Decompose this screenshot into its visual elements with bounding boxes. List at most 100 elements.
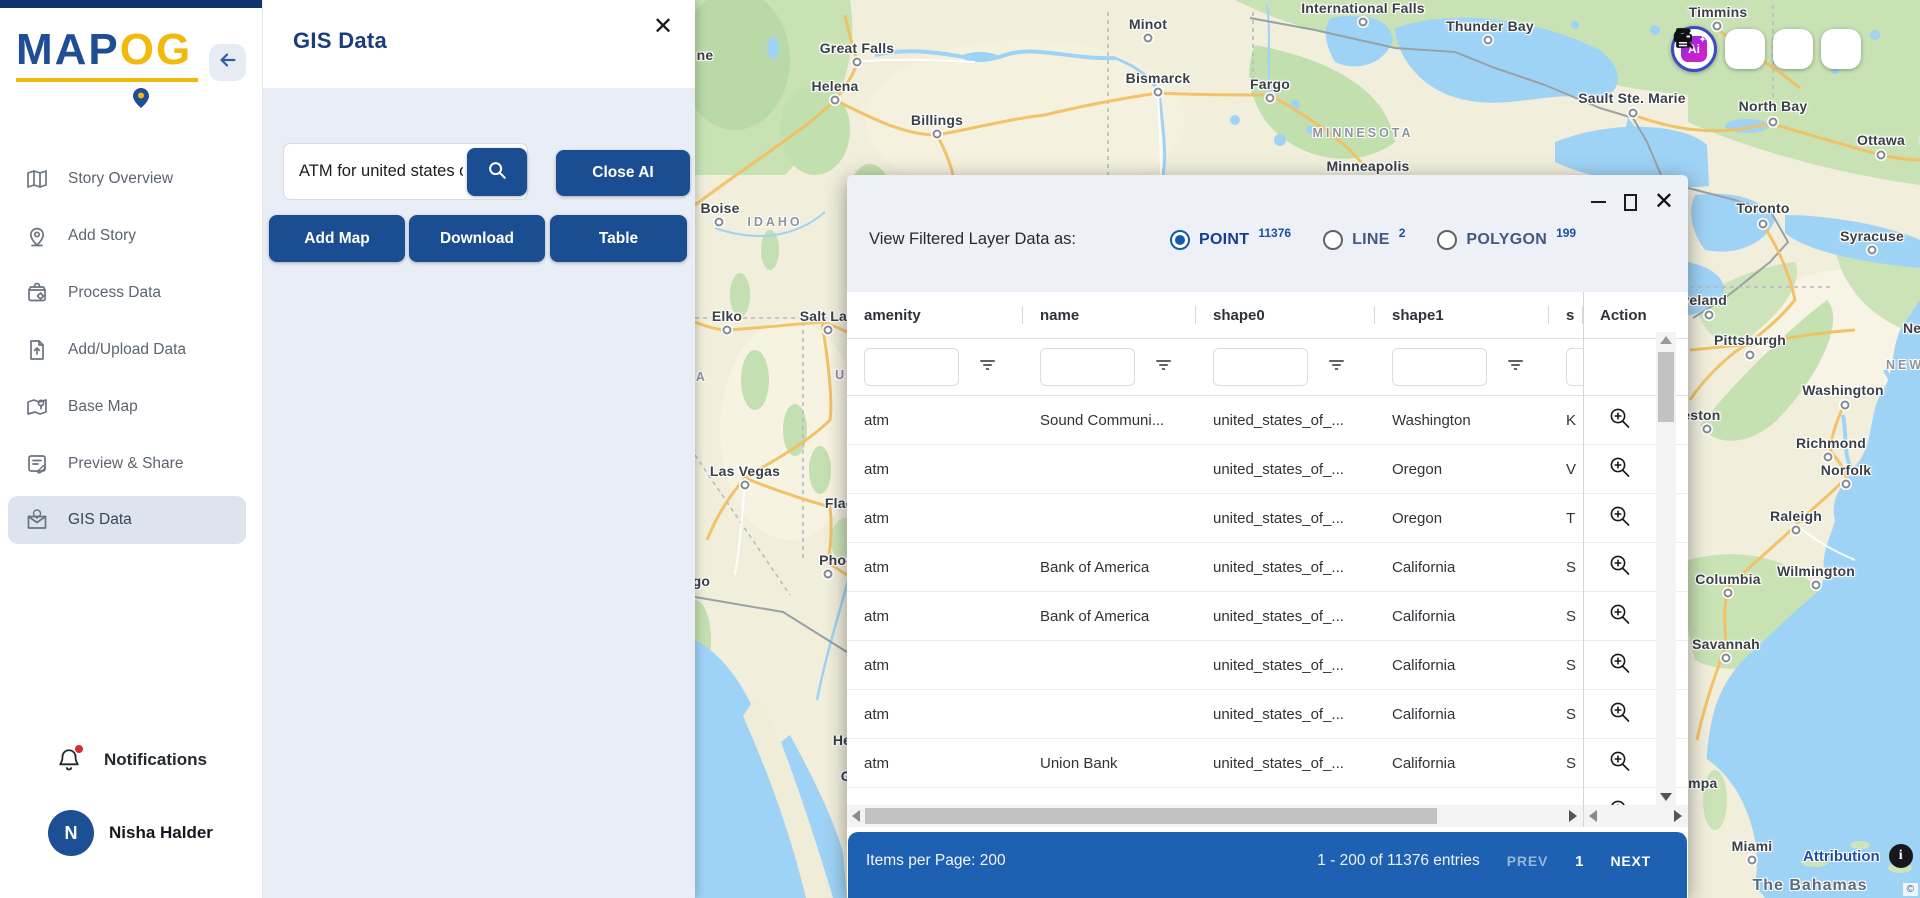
user-profile-item[interactable]: N Nisha Halder xyxy=(0,806,262,860)
scroll-right-arrow[interactable] xyxy=(1674,810,1682,822)
sidebar-item-gis-data[interactable]: GIS Data xyxy=(8,496,246,544)
zoom-to-feature-button[interactable] xyxy=(1583,445,1656,493)
sidebar: MAPOG Story Overview Add Story Process Dat… xyxy=(0,0,263,898)
zoom-to-feature-button[interactable] xyxy=(1583,592,1656,640)
notifications-item[interactable]: Notifications xyxy=(0,738,262,782)
items-per-page[interactable]: Items per Page: 200 xyxy=(866,832,1006,890)
close-icon[interactable]: ✕ xyxy=(1654,190,1674,214)
attribution-label: Attribution xyxy=(1803,847,1880,865)
table-row: atm united_states_of_... California S xyxy=(847,690,1688,739)
print-button[interactable] xyxy=(1674,28,1861,69)
city-dot xyxy=(740,480,750,490)
zoom-to-feature-button[interactable] xyxy=(1583,641,1656,689)
scroll-left-arrow[interactable] xyxy=(852,810,860,822)
city-dot xyxy=(1811,580,1821,590)
city-label: Norfolk xyxy=(1820,462,1872,478)
table-row: atm Sound Communi... united_states_of_... W… xyxy=(847,396,1688,445)
info-icon[interactable]: i xyxy=(1888,844,1913,868)
current-page[interactable]: 1 xyxy=(1575,853,1583,870)
radio-count: 11376 xyxy=(1258,226,1292,240)
horizontal-scroll-thumb[interactable] xyxy=(865,808,1437,824)
city-dot xyxy=(714,217,724,227)
prev-page-button[interactable]: PREV xyxy=(1507,853,1548,869)
cell-amenity: atm xyxy=(864,558,890,576)
collapse-sidebar-button[interactable] xyxy=(209,44,246,81)
close-ai-button[interactable]: Close AI xyxy=(556,150,690,196)
cell-s: S xyxy=(1566,705,1577,723)
city-label: Savannah xyxy=(1692,636,1760,652)
sidebar-item-process-data[interactable]: Process Data xyxy=(0,264,262,321)
cell-s: K xyxy=(1566,411,1577,429)
filter-icon[interactable] xyxy=(1507,358,1524,377)
radio-point[interactable]: POINT 11376 xyxy=(1169,226,1292,250)
table-row: atm united_states_of_... Oregon T xyxy=(847,494,1688,543)
next-page-button[interactable]: NEXT xyxy=(1610,853,1651,869)
measure-button[interactable] xyxy=(1676,28,1813,69)
mapog-logo: MAPOG xyxy=(16,28,199,108)
city-label: Bismarck xyxy=(1125,70,1191,86)
zoom-to-feature-button[interactable] xyxy=(1583,690,1656,738)
city-dot xyxy=(932,129,942,139)
zoom-to-feature-button[interactable] xyxy=(1583,788,1656,805)
panel-close-button[interactable]: ✕ xyxy=(647,10,679,42)
scroll-up-arrow[interactable] xyxy=(1660,336,1672,344)
city-label: Syracuse xyxy=(1840,228,1904,244)
city-dot xyxy=(1704,310,1714,320)
filter-input-shape1[interactable] xyxy=(1392,348,1487,386)
table-rows: atm Sound Communi... united_states_of_... W… xyxy=(847,395,1688,805)
zoom-in-icon xyxy=(1607,405,1633,435)
scroll-left-arrow[interactable] xyxy=(1589,810,1597,822)
sidebar-item-story-overview[interactable]: Story Overview xyxy=(0,150,262,207)
zoom-to-feature-button[interactable] xyxy=(1583,494,1656,542)
city-label: New York xyxy=(1902,320,1920,336)
city-dot xyxy=(1876,150,1886,160)
scroll-down-arrow[interactable] xyxy=(1660,793,1672,801)
cell-shape0: united_states_of_... xyxy=(1213,411,1344,429)
cell-name: Bank of America xyxy=(1040,558,1150,576)
action-horizontal-scrollbar[interactable] xyxy=(1584,805,1688,827)
filter-input-s[interactable] xyxy=(1566,348,1583,386)
cell-shape1: California xyxy=(1392,705,1456,723)
map-search-button[interactable] xyxy=(1673,28,1765,69)
zoom-to-feature-button[interactable] xyxy=(1583,739,1656,787)
scroll-right-arrow[interactable] xyxy=(1569,810,1577,822)
attribution[interactable]: Attribution i xyxy=(1803,844,1913,868)
filter-input-amenity[interactable] xyxy=(864,348,959,386)
city-label: Richmond xyxy=(1795,435,1867,451)
filter-input-name[interactable] xyxy=(1040,348,1135,386)
sidebar-item-label: Preview & Share xyxy=(68,454,184,472)
sidebar-item-base-map[interactable]: Base Map xyxy=(0,378,262,435)
sidebar-item-add-upload-data[interactable]: Add/Upload Data xyxy=(0,321,262,378)
table-button[interactable]: Table xyxy=(550,215,687,262)
list-pen-icon xyxy=(25,452,49,476)
sidebar-item-add-story[interactable]: Add Story xyxy=(0,207,262,264)
radio-line[interactable]: LINE 2 xyxy=(1323,226,1405,250)
city-label: Pittsburgh xyxy=(1714,332,1786,348)
state-label: MINNESOTA xyxy=(1312,126,1414,140)
city-label: San Diego xyxy=(695,573,711,589)
search-submit-button[interactable] xyxy=(467,148,527,196)
vertical-scroll-thumb[interactable] xyxy=(1658,352,1674,422)
zoom-to-feature-button[interactable] xyxy=(1583,543,1656,591)
horizontal-scrollbar[interactable] xyxy=(847,805,1583,827)
zoom-to-feature-button[interactable] xyxy=(1583,396,1656,444)
cell-s xyxy=(1549,788,1583,805)
minimize-icon[interactable] xyxy=(1591,191,1607,213)
city-dot xyxy=(1721,653,1731,663)
city-dot xyxy=(823,325,833,335)
cell-name: Bank of America xyxy=(1040,607,1150,625)
radio-polygon[interactable]: POLYGON 199 xyxy=(1437,226,1576,250)
cell-shape0: united_states_of_... xyxy=(1213,656,1344,674)
sidebar-item-preview-share[interactable]: Preview & Share xyxy=(0,435,262,492)
filter-icon[interactable] xyxy=(1155,358,1172,377)
maximize-icon[interactable] xyxy=(1623,191,1637,213)
city-label: ne xyxy=(696,47,714,63)
filter-input-shape0[interactable] xyxy=(1213,348,1308,386)
filter-icon[interactable] xyxy=(979,358,996,377)
filter-icon[interactable] xyxy=(1328,358,1345,377)
city-dot xyxy=(722,325,732,335)
add-map-button[interactable]: Add Map xyxy=(269,215,405,262)
cell-shape1: California xyxy=(1392,754,1456,772)
download-button[interactable]: Download xyxy=(409,215,545,262)
vertical-scrollbar[interactable] xyxy=(1656,332,1676,805)
